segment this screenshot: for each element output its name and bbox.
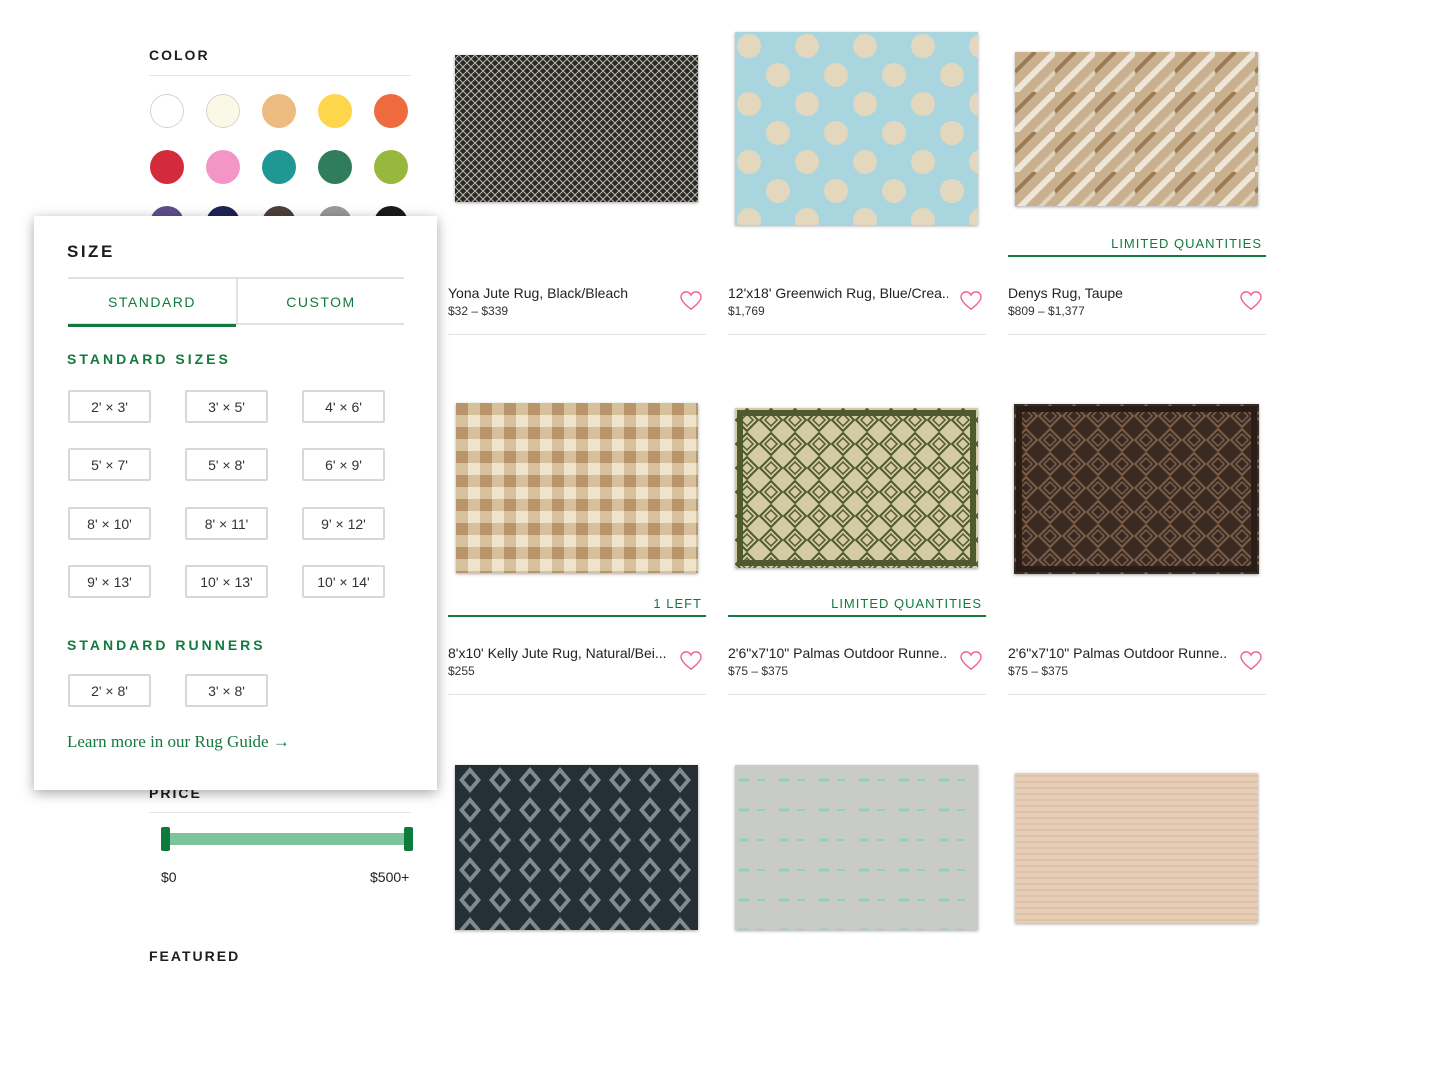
card-divider (1008, 694, 1266, 695)
price-range-track[interactable] (165, 833, 410, 845)
color-swatch-teal[interactable] (262, 150, 296, 184)
size-option[interactable]: 9' × 12' (302, 507, 385, 540)
product-image[interactable] (1014, 404, 1259, 574)
product-card[interactable] (448, 745, 706, 1065)
size-option[interactable]: 5' × 8' (185, 448, 268, 481)
price-max-label: $500+ (370, 869, 410, 885)
product-name[interactable]: 12'x18' Greenwich Rug, Blue/Crea... (728, 285, 948, 301)
size-option[interactable]: 8' × 10' (68, 507, 151, 540)
product-badge: 1 LEFT (653, 596, 702, 611)
product-name[interactable]: 8'x10' Kelly Jute Rug, Natural/Bei... (448, 645, 668, 661)
badge-underline (728, 615, 986, 617)
size-option[interactable]: 4' × 6' (302, 390, 385, 423)
heart-icon[interactable] (960, 291, 982, 311)
product-name[interactable]: Yona Jute Rug, Black/Bleach (448, 285, 668, 301)
badge-underline (1008, 255, 1266, 257)
product-card[interactable]: 2'6"x7'10" Palmas Outdoor Runne... $75 – … (1008, 385, 1266, 705)
runner-size-option[interactable]: 3' × 8' (185, 674, 268, 707)
price-max-handle[interactable] (404, 827, 413, 851)
heart-icon[interactable] (960, 651, 982, 671)
product-price: $75 – $375 (1008, 664, 1069, 678)
price-min-label: $0 (161, 869, 177, 885)
product-name[interactable]: Denys Rug, Taupe (1008, 285, 1228, 301)
product-image[interactable] (455, 765, 698, 930)
card-divider (728, 334, 986, 335)
size-tabs: STANDARD CUSTOM (68, 277, 404, 327)
product-price: $255 (448, 664, 475, 678)
runner-size-option[interactable]: 2' × 8' (68, 674, 151, 707)
color-filter-title: COLOR (149, 47, 210, 63)
product-name[interactable]: 2'6"x7'10" Palmas Outdoor Runne... (728, 645, 948, 661)
size-option[interactable]: 6' × 9' (302, 448, 385, 481)
color-swatch-orange[interactable] (374, 94, 408, 128)
heart-icon[interactable] (1240, 291, 1262, 311)
product-image[interactable] (735, 408, 978, 568)
product-price: $75 – $375 (728, 664, 789, 678)
divider (149, 75, 411, 76)
rug-guide-link[interactable]: Learn more in our Rug Guide → (67, 732, 290, 752)
product-image[interactable] (456, 403, 698, 573)
product-name[interactable]: 2'6"x7'10" Palmas Outdoor Runne... (1008, 645, 1228, 661)
standard-sizes-title: STANDARD SIZES (67, 351, 231, 367)
featured-filter-title: FEATURED (149, 948, 241, 964)
color-swatch-white[interactable] (150, 94, 184, 128)
card-divider (728, 694, 986, 695)
size-option[interactable]: 10' × 14' (302, 565, 385, 598)
card-divider (448, 334, 706, 335)
product-card[interactable]: 12'x18' Greenwich Rug, Blue/Crea... $1,76… (728, 25, 986, 345)
product-card[interactable]: LIMITED QUANTITIES 2'6"x7'10" Palmas Outd… (728, 385, 986, 705)
product-image[interactable] (1015, 52, 1258, 206)
color-swatch-cream[interactable] (206, 94, 240, 128)
color-swatch-lime[interactable] (374, 150, 408, 184)
color-swatch-green[interactable] (318, 150, 352, 184)
card-divider (448, 694, 706, 695)
product-card[interactable] (728, 745, 986, 1065)
size-option[interactable]: 8' × 11' (185, 507, 268, 540)
color-swatch-yellow[interactable] (318, 94, 352, 128)
product-price: $32 – $339 (448, 304, 509, 318)
tab-standard[interactable]: STANDARD (68, 279, 236, 327)
price-min-handle[interactable] (161, 827, 170, 851)
heart-icon[interactable] (680, 291, 702, 311)
size-option[interactable]: 2' × 3' (68, 390, 151, 423)
size-option[interactable]: 10' × 13' (185, 565, 268, 598)
product-badge: LIMITED QUANTITIES (831, 596, 982, 611)
color-swatch-red[interactable] (150, 150, 184, 184)
product-price: $809 – $1,377 (1008, 304, 1085, 318)
card-divider (1008, 334, 1266, 335)
badge-underline (448, 615, 706, 617)
product-image[interactable] (735, 32, 978, 225)
product-card[interactable] (1008, 745, 1266, 1065)
heart-icon[interactable] (680, 651, 702, 671)
size-filter-popover: SIZE STANDARD CUSTOM STANDARD SIZES STAN… (34, 216, 437, 790)
size-option[interactable]: 9' × 13' (68, 565, 151, 598)
divider (149, 812, 411, 813)
product-card[interactable]: Yona Jute Rug, Black/Bleach $32 – $339 (448, 25, 706, 345)
color-swatch-pink[interactable] (206, 150, 240, 184)
product-image[interactable] (735, 765, 978, 930)
heart-icon[interactable] (1240, 651, 1262, 671)
product-badge: LIMITED QUANTITIES (1111, 236, 1262, 251)
tab-custom[interactable]: CUSTOM (236, 279, 404, 325)
size-filter-title: SIZE (67, 242, 115, 261)
standard-runners-title: STANDARD RUNNERS (67, 637, 266, 653)
product-card[interactable]: LIMITED QUANTITIES Denys Rug, Taupe $809 –… (1008, 25, 1266, 345)
product-price: $1,769 (728, 304, 765, 318)
product-image[interactable] (455, 55, 698, 202)
size-option[interactable]: 5' × 7' (68, 448, 151, 481)
size-option[interactable]: 3' × 5' (185, 390, 268, 423)
product-card[interactable]: 1 LEFT 8'x10' Kelly Jute Rug, Natural/Bei… (448, 385, 706, 705)
product-image[interactable] (1015, 773, 1258, 923)
color-swatch-tan[interactable] (262, 94, 296, 128)
